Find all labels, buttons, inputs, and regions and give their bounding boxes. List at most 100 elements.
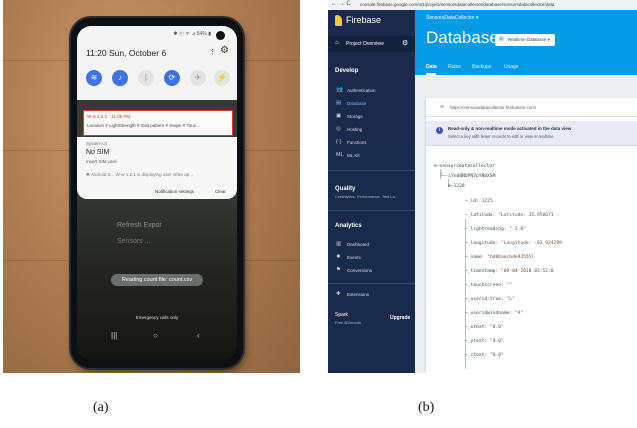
tab-usage[interactable]: Usage — [504, 64, 518, 70]
storage-icon: ▣ — [336, 113, 342, 119]
database-icon: ▤ — [336, 100, 342, 106]
sidebar-item-hosting[interactable]: ◎ Hosting — [328, 124, 415, 135]
status-bar-icons: ✱ ⓝ ᯤ ⊿ 54% ▮ — [173, 31, 211, 37]
overlay-notification[interactable]: ✱ Android S... W-w 1.2.1 is displaying o… — [86, 172, 193, 178]
background-app-text: Sensors ... — [117, 238, 151, 245]
tree-field[interactable]: –_timestamp: "09-04-2018 03:52:0 — [465, 269, 554, 274]
emergency-calls-label: Emergency calls only — [135, 315, 179, 320]
sidebar-item-label: Functions — [347, 140, 367, 145]
sidebar-item-conversions[interactable]: ⚑ Conversions — [328, 265, 415, 276]
develop-section-title[interactable]: Develop — [335, 68, 358, 74]
firebase-logo-icon — [335, 15, 342, 26]
caption-a: (a) — [93, 400, 109, 415]
project-selector[interactable]: SensorsDataCollector ▾ — [426, 15, 479, 21]
database-url[interactable]: https://sensorsdatacollector.firebaseio.… — [450, 105, 536, 110]
front-camera — [216, 31, 225, 40]
tree-field[interactable]: –_latitude: "Latitude: 35.958671 — [465, 213, 554, 218]
divider — [328, 170, 415, 171]
sidebar-item-label: Hosting — [347, 127, 363, 132]
home-icon[interactable]: ○ — [153, 331, 158, 340]
bluetooth-tile-icon[interactable]: ᛒ — [138, 70, 154, 86]
tree-field[interactable]: –_ztext: "0.0" — [465, 353, 504, 358]
notification-source: System UI — [86, 141, 107, 146]
browser-url[interactable]: console.firebase.google.com/u/1/project/… — [360, 2, 554, 7]
tree-field[interactable]: –_longitude: "Longitude: -83.924299 — [465, 241, 562, 246]
users-icon: 👥 — [336, 87, 343, 93]
navigation-bar: ||| ○ ‹ — [77, 331, 237, 351]
tree-field[interactable]: –_lightreading: " 2.0" — [465, 227, 526, 232]
sidebar-item-extensions[interactable]: ✚ Extensions — [328, 289, 415, 300]
tree-field[interactable]: –_id: 1225 — [465, 199, 493, 204]
sidebar-item-label: Events — [347, 255, 361, 260]
gear-icon[interactable]: ⚙ — [402, 39, 408, 47]
notification-title: No SIM — [86, 149, 110, 156]
flag-icon: ⚑ — [336, 267, 341, 273]
sidebar-item-authentication[interactable]: 👥 Authentication — [328, 85, 415, 96]
divider — [328, 283, 415, 284]
tree-field[interactable]: –_touchscreen: "" — [465, 283, 512, 288]
quick-settings-panel: ✱ ⓝ ᯤ ⊿ 54% ▮ 11:20 Sun, October 6 ⋮ ⚙ ≋… — [77, 26, 237, 100]
sensor-notification[interactable]: W-w 1.2.1 · 11:05 PM Location # LightStr… — [83, 110, 233, 136]
flashlight-tile-icon[interactable]: ⚡ — [214, 70, 230, 86]
background-app-text: Refresh Expor — [117, 222, 162, 229]
date-time: 11:20 Sun, October 6 — [86, 48, 167, 58]
browser-nav-buttons[interactable]: ← → C — [331, 1, 351, 7]
functions-icon: (·) — [336, 139, 342, 145]
tree-field[interactable]: –_name: "bd0baecbde93555l — [465, 255, 534, 260]
tree-field[interactable]: –_userid:true: "L" — [465, 297, 515, 302]
project-overview-row[interactable]: ⌂ Project Overview ⚙ — [328, 36, 415, 52]
tree-node[interactable]: ⊖–1228 — [448, 184, 465, 189]
sound-tile-icon[interactable]: ♪ — [112, 70, 128, 86]
back-icon[interactable]: ‹ — [197, 331, 200, 340]
tree-field[interactable]: –_ytext: "0.0" — [465, 339, 504, 344]
database-header: SensorsDataCollector ▾ Database ▤ Realti… — [415, 10, 637, 75]
home-icon: ⌂ — [335, 40, 339, 46]
sidebar-item-label: Storage — [347, 114, 363, 119]
notification-title: W-w 1.2.1 · 11:05 PM — [87, 114, 131, 119]
wifi-tile-icon[interactable]: ≋ — [86, 70, 102, 86]
project-overview-label: Project Overview — [346, 41, 384, 47]
database-data-card: ⊖ https://sensorsdatacollector.firebasei… — [426, 98, 637, 373]
analytics-section-title[interactable]: Analytics — [335, 223, 362, 229]
tab-backups[interactable]: Backups — [472, 64, 491, 70]
more-icon[interactable]: ⋮ — [209, 48, 216, 56]
database-icon: ▤ — [499, 36, 504, 42]
phone-body: ✱ ⓝ ᯤ ⊿ 54% ▮ 11:20 Sun, October 6 ⋮ ⚙ ≋… — [71, 18, 243, 368]
link-icon[interactable]: ⊖ — [440, 104, 444, 110]
tab-data[interactable]: Data — [426, 64, 437, 70]
recents-icon[interactable]: ||| — [111, 331, 117, 340]
quality-section-title[interactable]: Quality — [335, 186, 355, 192]
info-icon: i — [436, 127, 443, 134]
sim-notification[interactable]: System UI No SIM Insert SIM card ✱ Andro… — [77, 137, 237, 186]
ml-kit-icon: ML — [336, 152, 344, 158]
tree-field[interactable]: –_useridwindname: "A" — [465, 311, 523, 316]
database-type-label: Realtime Database ▾ — [508, 37, 550, 42]
sidebar-item-ml-kit[interactable]: ML ML Kit — [328, 150, 415, 161]
quality-section-subtitle: Crashlytics, Performance, Test La... — [335, 194, 399, 199]
sidebar-item-functions[interactable]: (·) Functions — [328, 137, 415, 148]
tab-rules[interactable]: Rules — [448, 64, 461, 70]
events-icon: ✸ — [336, 254, 341, 260]
upgrade-button[interactable]: Upgrade — [390, 315, 410, 321]
sidebar-item-events[interactable]: ✸ Events — [328, 252, 415, 263]
app-title[interactable]: Firebase — [346, 15, 381, 25]
notification-footer: Notification settings Clear — [77, 185, 237, 199]
database-type-selector[interactable]: ▤ Realtime Database ▾ — [495, 34, 555, 46]
info-title: Read-only & non-realtime mode activated … — [448, 126, 572, 131]
sync-tile-icon[interactable]: ⟳ — [164, 70, 180, 86]
notification-settings-button[interactable]: Notification settings — [155, 189, 194, 194]
tree-root[interactable]: ⊖–sensorsdatacollector — [434, 164, 495, 169]
airplane-tile-icon[interactable]: ✈ — [190, 70, 206, 86]
firebase-screenshot: ← → C console.firebase.google.com/u/1/pr… — [328, 0, 637, 373]
caption-b: (b) — [418, 400, 435, 415]
gear-icon[interactable]: ⚙ — [220, 45, 229, 56]
clear-button[interactable]: Clear — [215, 189, 226, 194]
tree-node[interactable]: └–-LYedBNDPN7pYN8XSM — [440, 174, 495, 179]
tree-field[interactable]: –_xtext: "0.0" — [465, 325, 504, 330]
sidebar-item-dashboard[interactable]: ▥ Dashboard — [328, 239, 415, 250]
sidebar-item-label: Conversions — [347, 268, 373, 273]
sidebar-item-database[interactable]: ▤ Database — [328, 98, 415, 109]
hosting-icon: ◎ — [336, 126, 341, 132]
sidebar-item-storage[interactable]: ▣ Storage — [328, 111, 415, 122]
phone-screen: ✱ ⓝ ᯤ ⊿ 54% ▮ 11:20 Sun, October 6 ⋮ ⚙ ≋… — [77, 26, 237, 360]
